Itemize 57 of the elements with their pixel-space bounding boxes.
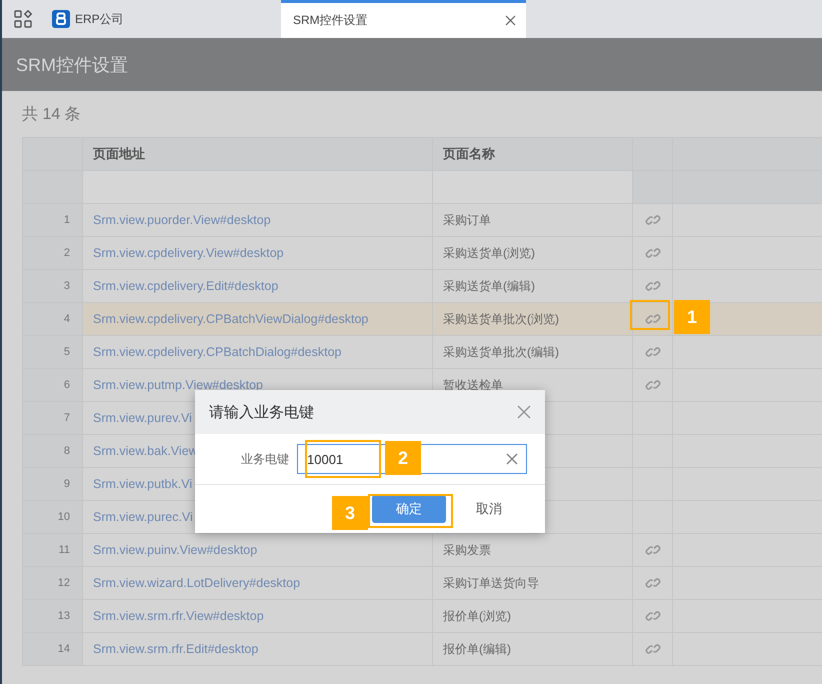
row-number: 5 [22, 336, 82, 368]
confirm-button[interactable]: 确定 [372, 495, 446, 523]
page-address-link[interactable]: Srm.view.cpdelivery.CPBatchDialog#desktop [82, 336, 432, 368]
page-address-link[interactable]: Srm.view.cpdelivery.View#desktop [82, 236, 432, 270]
row-number: 1 [22, 204, 82, 236]
row-number: 13 [22, 600, 82, 632]
link-icon[interactable] [644, 212, 660, 228]
step-number-badge: 1 [674, 300, 710, 334]
tab[interactable]: SRM控件设置 [281, 0, 526, 38]
record-count: 共 14 条 [22, 104, 82, 125]
page-title: SRM控件设置 [16, 54, 128, 76]
page-name-cell: 报价单(浏览) [432, 600, 632, 632]
close-icon[interactable] [517, 405, 531, 419]
page-address-link[interactable]: Srm.view.srm.rfr.View#desktop [82, 600, 432, 632]
highlight-frame [630, 300, 670, 330]
row-number: 2 [22, 236, 82, 270]
close-icon[interactable] [505, 15, 516, 26]
cancel-button[interactable]: 取消 [468, 496, 510, 522]
link-icon[interactable] [644, 245, 660, 261]
page-name-cell: 报价单(编辑) [432, 632, 632, 666]
logo-icon [52, 10, 70, 28]
row-number: 12 [22, 566, 82, 600]
row-number: 6 [22, 368, 82, 402]
column-header: 页面名称 [432, 138, 632, 170]
link-icon[interactable] [644, 641, 660, 657]
link-icon[interactable] [644, 311, 660, 327]
row-number: 10 [22, 500, 82, 534]
link-icon[interactable] [644, 542, 660, 558]
field-label: 业务电键 [240, 450, 290, 468]
page-name-cell: 采购送货单批次(编辑) [432, 336, 632, 368]
step-number-badge: 3 [332, 496, 368, 530]
page-name-cell: 采购订单 [432, 204, 632, 236]
page-address-link[interactable]: Srm.view.puorder.View#desktop [82, 204, 432, 236]
row-number: 4 [22, 302, 82, 336]
row-number: 3 [22, 270, 82, 302]
page-address-link[interactable]: Srm.view.wizard.LotDelivery#desktop [82, 566, 432, 600]
row-number: 7 [22, 402, 82, 434]
link-icon[interactable] [644, 278, 660, 294]
link-icon[interactable] [644, 344, 660, 360]
column-header: 页面地址 [82, 138, 432, 170]
row-number: 11 [22, 534, 82, 566]
page-address-link[interactable]: Srm.view.srm.rfr.Edit#desktop [82, 632, 432, 666]
link-icon[interactable] [644, 377, 660, 393]
page-name-cell: 采购订单送货向导 [432, 566, 632, 600]
row-number: 8 [22, 434, 82, 468]
page-name-cell: 采购送货单(浏览) [432, 236, 632, 270]
step-number-badge: 2 [385, 441, 421, 475]
clear-icon[interactable] [506, 453, 518, 465]
link-icon[interactable] [644, 575, 660, 591]
apps-grid-icon[interactable] [14, 10, 32, 28]
row-number: 14 [22, 632, 82, 666]
page-name-cell: 采购送货单批次(浏览) [432, 302, 632, 336]
row-number: 9 [22, 468, 82, 500]
tab[interactable]: ERP公司 [52, 0, 281, 38]
dialog-title: 请输入业务电键 [209, 402, 314, 422]
page-address-link[interactable]: Srm.view.cpdelivery.CPBatchViewDialog#desktop [82, 302, 432, 336]
link-icon[interactable] [644, 608, 660, 624]
